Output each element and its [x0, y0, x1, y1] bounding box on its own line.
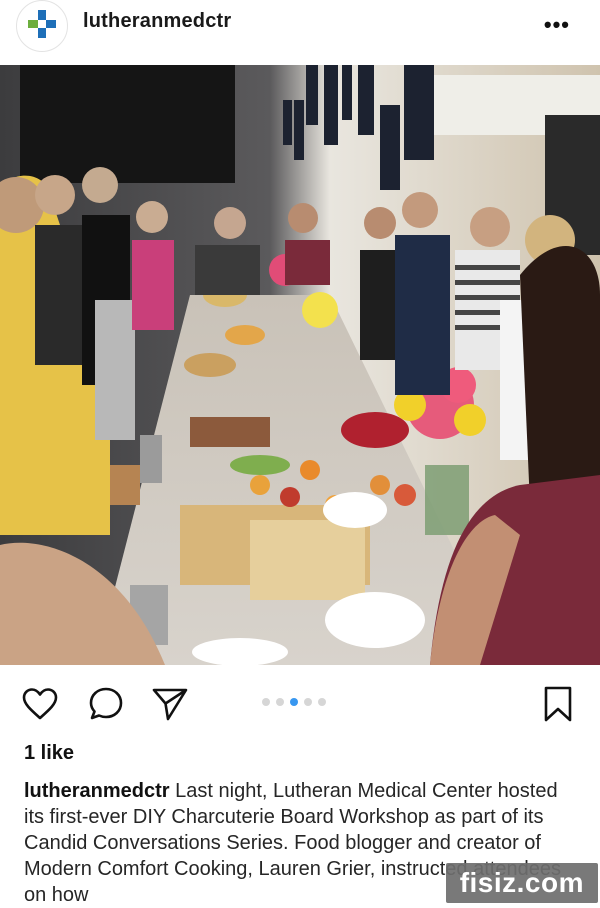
bookmark-icon[interactable]	[538, 684, 578, 724]
carousel-dot	[318, 698, 326, 706]
event-photo-illustration	[0, 65, 600, 665]
heart-icon[interactable]	[20, 684, 60, 724]
more-options-icon[interactable]: •••	[544, 14, 570, 36]
post-username[interactable]: lutheranmedctr	[83, 10, 231, 33]
post-header: lutheranmedctr •••	[0, 0, 600, 62]
likes-count[interactable]: 1 like	[24, 742, 74, 765]
carousel-dot-active	[290, 698, 298, 706]
send-icon[interactable]	[150, 684, 190, 724]
profile-avatar[interactable]	[16, 0, 68, 52]
post-photo[interactable]	[0, 65, 600, 665]
comment-icon[interactable]	[86, 684, 126, 724]
carousel-indicator	[262, 698, 326, 706]
watermark: fisiz.com	[445, 863, 598, 903]
carousel-dot	[262, 698, 270, 706]
carousel-dot	[276, 698, 284, 706]
caption-username[interactable]: lutheranmedctr	[24, 780, 170, 802]
medical-cross-logo-icon	[25, 7, 59, 46]
carousel-dot	[304, 698, 312, 706]
